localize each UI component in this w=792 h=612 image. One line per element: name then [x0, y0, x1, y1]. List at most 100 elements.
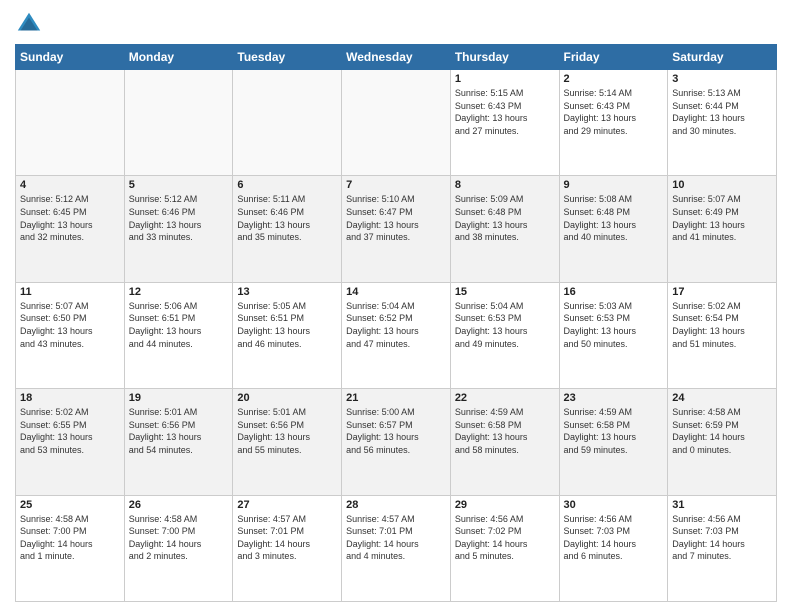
day-info: Sunrise: 5:01 AM Sunset: 6:56 PM Dayligh…: [129, 406, 229, 456]
weekday-header-row: SundayMondayTuesdayWednesdayThursdayFrid…: [16, 45, 777, 70]
weekday-header-monday: Monday: [124, 45, 233, 70]
calendar-week-row: 4Sunrise: 5:12 AM Sunset: 6:45 PM Daylig…: [16, 176, 777, 282]
calendar-cell: [124, 70, 233, 176]
calendar-cell: 12Sunrise: 5:06 AM Sunset: 6:51 PM Dayli…: [124, 282, 233, 388]
day-number: 9: [564, 179, 664, 191]
day-number: 14: [346, 286, 446, 298]
day-number: 8: [455, 179, 555, 191]
calendar-cell: 31 Sunrise: 4:56 AM Sunset: 7:03 PM Dayli…: [668, 495, 777, 601]
calendar-cell: 30 Sunrise: 4:56 AM Sunset: 7:03 PM Dayli…: [559, 495, 668, 601]
day-number: 10: [672, 179, 772, 191]
calendar-cell: 1 Sunrise: 5:15 AM Sunset: 6:43 PM Daylig…: [450, 70, 559, 176]
calendar-table: SundayMondayTuesdayWednesdayThursdayFrid…: [15, 44, 777, 602]
weekday-header-wednesday: Wednesday: [342, 45, 451, 70]
day-number: 25: [20, 499, 120, 511]
calendar-cell: 9 Sunrise: 5:08 AM Sunset: 6:48 PM Daylig…: [559, 176, 668, 282]
weekday-header-tuesday: Tuesday: [233, 45, 342, 70]
calendar-cell: 11 Sunrise: 5:07 AM Sunset: 6:50 PM Dayli…: [16, 282, 125, 388]
weekday-header-thursday: Thursday: [450, 45, 559, 70]
calendar-cell: 21 Sunrise: 5:00 AM Sunset: 6:57 PM Dayli…: [342, 389, 451, 495]
day-number: 18: [20, 392, 120, 404]
day-info: Sunrise: 5:09 AM Sunset: 6:48 PM Dayligh…: [455, 193, 555, 243]
calendar-cell: 14 Sunrise: 5:04 AM Sunset: 6:52 PM Dayli…: [342, 282, 451, 388]
day-info: Sunrise: 4:58 AM Sunset: 7:00 PM Dayligh…: [129, 513, 229, 563]
weekday-header-sunday: Sunday: [16, 45, 125, 70]
weekday-header-saturday: Saturday: [668, 45, 777, 70]
day-number: 5: [129, 179, 229, 191]
calendar-cell: 4Sunrise: 5:12 AM Sunset: 6:45 PM Daylig…: [16, 176, 125, 282]
day-number: 20: [237, 392, 337, 404]
day-info: Sunrise: 5:11 AM Sunset: 6:46 PM Dayligh…: [237, 193, 337, 243]
day-number: 13: [237, 286, 337, 298]
calendar-week-row: 11 Sunrise: 5:07 AM Sunset: 6:50 PM Dayli…: [16, 282, 777, 388]
header: [15, 10, 777, 38]
calendar-cell: 17Sunrise: 5:02 AM Sunset: 6:54 PM Dayli…: [668, 282, 777, 388]
day-info: Sunrise: 5:01 AM Sunset: 6:56 PM Dayligh…: [237, 406, 337, 456]
day-info: Sunrise: 4:58 AM Sunset: 6:59 PM Dayligh…: [672, 406, 772, 456]
day-info: Sunrise: 5:02 AM Sunset: 6:55 PM Dayligh…: [20, 406, 120, 456]
calendar-cell: 13 Sunrise: 5:05 AM Sunset: 6:51 PM Dayli…: [233, 282, 342, 388]
day-info: Sunrise: 5:15 AM Sunset: 6:43 PM Dayligh…: [455, 87, 555, 137]
day-info: Sunrise: 5:05 AM Sunset: 6:51 PM Dayligh…: [237, 300, 337, 350]
calendar-cell: [16, 70, 125, 176]
calendar-cell: 2Sunrise: 5:14 AM Sunset: 6:43 PM Daylig…: [559, 70, 668, 176]
day-number: 29: [455, 499, 555, 511]
calendar-cell: 23Sunrise: 4:59 AM Sunset: 6:58 PM Dayli…: [559, 389, 668, 495]
day-number: 31: [672, 499, 772, 511]
calendar-cell: 5 Sunrise: 5:12 AM Sunset: 6:46 PM Daylig…: [124, 176, 233, 282]
calendar-cell: 24Sunrise: 4:58 AM Sunset: 6:59 PM Dayli…: [668, 389, 777, 495]
day-number: 3: [672, 73, 772, 85]
day-number: 11: [20, 286, 120, 298]
day-number: 17: [672, 286, 772, 298]
calendar-cell: [342, 70, 451, 176]
day-info: Sunrise: 5:04 AM Sunset: 6:52 PM Dayligh…: [346, 300, 446, 350]
day-number: 19: [129, 392, 229, 404]
calendar-week-row: 25 Sunrise: 4:58 AM Sunset: 7:00 PM Dayli…: [16, 495, 777, 601]
calendar-week-row: 1 Sunrise: 5:15 AM Sunset: 6:43 PM Daylig…: [16, 70, 777, 176]
page: SundayMondayTuesdayWednesdayThursdayFrid…: [0, 0, 792, 612]
day-number: 22: [455, 392, 555, 404]
calendar-cell: 27Sunrise: 4:57 AM Sunset: 7:01 PM Dayli…: [233, 495, 342, 601]
day-number: 28: [346, 499, 446, 511]
calendar-cell: 18 Sunrise: 5:02 AM Sunset: 6:55 PM Dayli…: [16, 389, 125, 495]
day-number: 26: [129, 499, 229, 511]
day-info: Sunrise: 4:56 AM Sunset: 7:03 PM Dayligh…: [564, 513, 664, 563]
day-info: Sunrise: 5:10 AM Sunset: 6:47 PM Dayligh…: [346, 193, 446, 243]
day-number: 15: [455, 286, 555, 298]
day-number: 12: [129, 286, 229, 298]
day-info: Sunrise: 4:56 AM Sunset: 7:02 PM Dayligh…: [455, 513, 555, 563]
day-info: Sunrise: 5:07 AM Sunset: 6:50 PM Dayligh…: [20, 300, 120, 350]
day-info: Sunrise: 4:57 AM Sunset: 7:01 PM Dayligh…: [346, 513, 446, 563]
calendar-cell: 25 Sunrise: 4:58 AM Sunset: 7:00 PM Dayli…: [16, 495, 125, 601]
day-info: Sunrise: 4:58 AM Sunset: 7:00 PM Dayligh…: [20, 513, 120, 563]
weekday-header-friday: Friday: [559, 45, 668, 70]
logo-icon: [15, 10, 43, 38]
day-info: Sunrise: 5:04 AM Sunset: 6:53 PM Dayligh…: [455, 300, 555, 350]
day-number: 1: [455, 73, 555, 85]
day-info: Sunrise: 4:56 AM Sunset: 7:03 PM Dayligh…: [672, 513, 772, 563]
calendar-cell: 8 Sunrise: 5:09 AM Sunset: 6:48 PM Daylig…: [450, 176, 559, 282]
day-info: Sunrise: 5:03 AM Sunset: 6:53 PM Dayligh…: [564, 300, 664, 350]
day-info: Sunrise: 5:14 AM Sunset: 6:43 PM Dayligh…: [564, 87, 664, 137]
day-info: Sunrise: 5:08 AM Sunset: 6:48 PM Dayligh…: [564, 193, 664, 243]
calendar-cell: 7Sunrise: 5:10 AM Sunset: 6:47 PM Daylig…: [342, 176, 451, 282]
day-info: Sunrise: 5:00 AM Sunset: 6:57 PM Dayligh…: [346, 406, 446, 456]
day-number: 23: [564, 392, 664, 404]
calendar-cell: 28 Sunrise: 4:57 AM Sunset: 7:01 PM Dayli…: [342, 495, 451, 601]
day-info: Sunrise: 4:57 AM Sunset: 7:01 PM Dayligh…: [237, 513, 337, 563]
day-info: Sunrise: 5:12 AM Sunset: 6:45 PM Dayligh…: [20, 193, 120, 243]
day-number: 16: [564, 286, 664, 298]
logo: [15, 10, 47, 38]
calendar-cell: 6 Sunrise: 5:11 AM Sunset: 6:46 PM Daylig…: [233, 176, 342, 282]
day-number: 6: [237, 179, 337, 191]
day-number: 30: [564, 499, 664, 511]
day-info: Sunrise: 5:13 AM Sunset: 6:44 PM Dayligh…: [672, 87, 772, 137]
calendar-cell: 10 Sunrise: 5:07 AM Sunset: 6:49 PM Dayli…: [668, 176, 777, 282]
calendar-cell: [233, 70, 342, 176]
calendar-cell: 22Sunrise: 4:59 AM Sunset: 6:58 PM Dayli…: [450, 389, 559, 495]
day-info: Sunrise: 5:12 AM Sunset: 6:46 PM Dayligh…: [129, 193, 229, 243]
day-number: 21: [346, 392, 446, 404]
calendar-cell: 19 Sunrise: 5:01 AM Sunset: 6:56 PM Dayli…: [124, 389, 233, 495]
day-info: Sunrise: 5:07 AM Sunset: 6:49 PM Dayligh…: [672, 193, 772, 243]
calendar-cell: 15 Sunrise: 5:04 AM Sunset: 6:53 PM Dayli…: [450, 282, 559, 388]
